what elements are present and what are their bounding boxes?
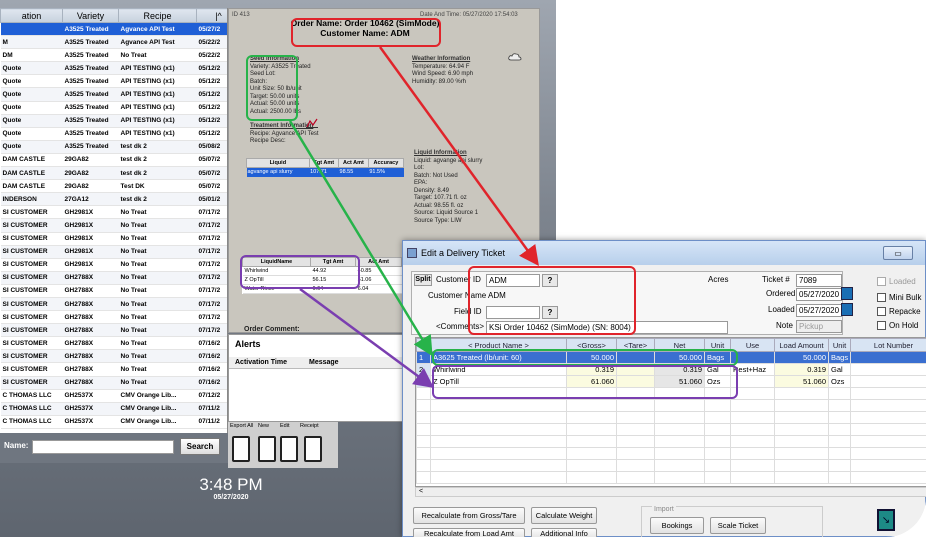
red-arrow <box>378 46 539 267</box>
screenshot-frame: ation Variety Recipe |^ A3525 Treated Agv… <box>0 0 926 537</box>
green-arrow <box>288 120 433 357</box>
annotation-arrows <box>288 46 539 388</box>
purple-arrow <box>299 287 435 388</box>
